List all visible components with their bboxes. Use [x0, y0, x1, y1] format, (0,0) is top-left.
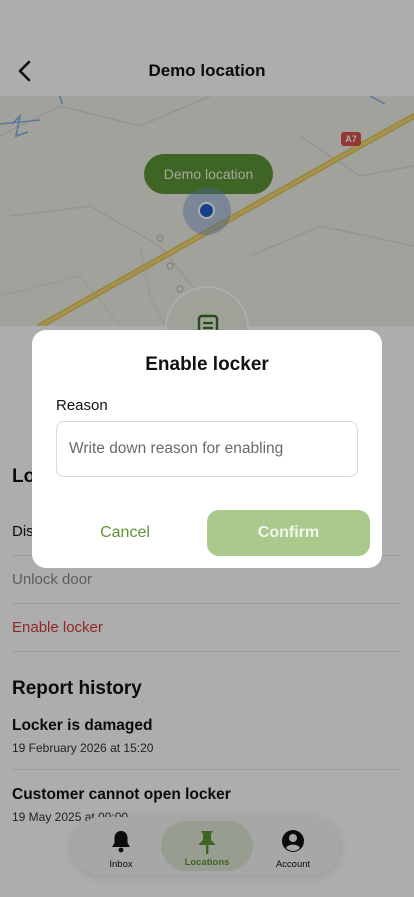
- reason-label: Reason: [56, 397, 108, 414]
- confirm-button[interactable]: Confirm: [207, 510, 370, 556]
- cancel-button[interactable]: Cancel: [52, 510, 198, 556]
- dialog-title: Enable locker: [145, 354, 269, 375]
- reason-input[interactable]: [56, 421, 358, 477]
- enable-locker-dialog: Enable locker Reason Cancel Confirm: [32, 330, 382, 568]
